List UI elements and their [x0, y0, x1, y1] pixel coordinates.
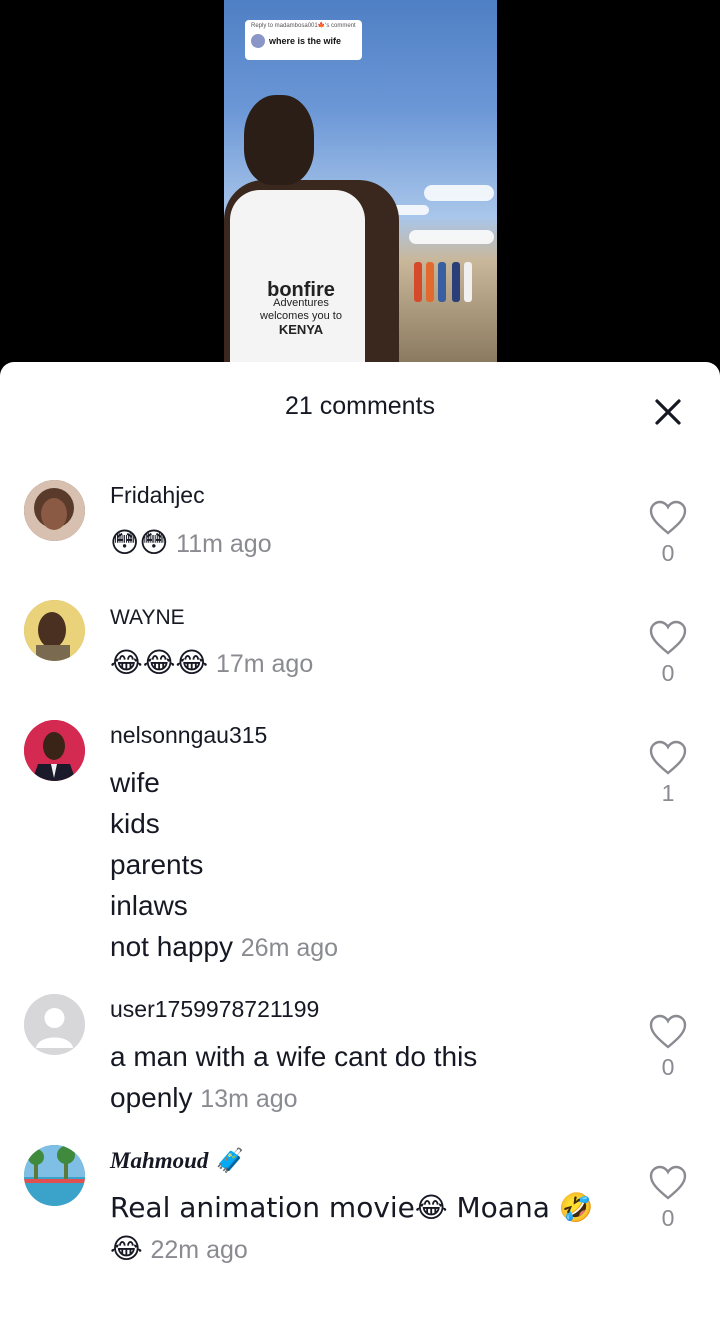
comment-line: parents — [110, 849, 204, 880]
comment-body: 😂😂😂 17m ago — [110, 642, 610, 685]
like-count: 1 — [661, 780, 675, 806]
video-player[interactable]: bonfire Adventures welcomes you to KENYA… — [0, 0, 720, 380]
comment-time: 22m ago — [150, 1236, 248, 1264]
comment-line: inlaws — [110, 890, 188, 921]
like-button[interactable]: 0 — [648, 500, 688, 567]
avatar[interactable] — [24, 1145, 85, 1206]
comment-line: a man with a wife cant do this — [110, 1041, 478, 1072]
comments-sheet: 21 comments Fridahjec 😳😳 11m ago 0 WAYNE — [0, 362, 720, 1341]
comment-text: 😳😳 — [110, 526, 169, 559]
avatar[interactable] — [24, 720, 85, 781]
shirt-brand: bonfire — [267, 279, 335, 301]
reply-to-label: Reply to madambosa001🍁's comment — [251, 23, 356, 29]
heart-icon — [649, 740, 687, 775]
avatar[interactable] — [24, 600, 85, 661]
heart-icon — [649, 1014, 687, 1049]
comment-username[interactable]: WAYNE — [110, 606, 185, 630]
comment-count: 21 comments — [284, 392, 436, 420]
comment-username[interactable]: nelsonngau315 — [110, 722, 267, 749]
comment-username[interactable]: Mahmoud 🧳 — [110, 1147, 243, 1174]
comment-username[interactable]: user1759978721199 — [110, 996, 319, 1023]
comment-body: Real animation movie😂 Moana 🤣 😂 22m ago — [110, 1187, 610, 1271]
comment-line: Real animation movie😂 Moana 🤣 — [110, 1191, 594, 1224]
comment-time: 26m ago — [240, 934, 339, 962]
comment-line: kids — [110, 808, 160, 839]
comment-line: 😂 — [110, 1232, 143, 1265]
like-count: 0 — [661, 540, 675, 566]
like-button[interactable]: 1 — [648, 740, 688, 807]
comment-username[interactable]: Fridahjec — [110, 482, 205, 509]
sheet-header: 21 comments — [0, 362, 720, 454]
reply-bubble[interactable]: Reply to madambosa001🍁's comment where i… — [245, 20, 362, 60]
comment-line: not happy — [110, 931, 233, 962]
heart-icon — [649, 500, 687, 535]
comment-body: 😳😳 11m ago — [110, 522, 610, 565]
comment-body: wife kids parents inlaws not happy 26m a… — [110, 762, 610, 969]
avatar[interactable] — [24, 994, 85, 1055]
heart-icon — [649, 1165, 687, 1200]
like-button[interactable]: 0 — [648, 1165, 688, 1232]
like-button[interactable]: 0 — [648, 1014, 688, 1081]
like-button[interactable]: 0 — [648, 620, 688, 687]
heart-icon — [649, 620, 687, 655]
like-count: 0 — [661, 660, 675, 686]
avatar[interactable] — [24, 480, 85, 541]
shirt-line: KENYA — [278, 322, 324, 337]
comment-line: wife — [110, 767, 160, 798]
close-icon — [655, 399, 681, 425]
comment-time: 11m ago — [176, 530, 272, 558]
default-avatar-icon — [24, 994, 85, 1055]
shirt-print: bonfire Adventures welcomes you to KENYA — [246, 279, 356, 337]
avatar — [251, 34, 265, 48]
comment-text: 😂😂😂 — [110, 646, 209, 679]
shirt-line: Adventures — [273, 297, 329, 309]
comment-time: 17m ago — [215, 650, 314, 678]
close-button[interactable] — [648, 392, 688, 432]
like-count: 0 — [661, 1205, 675, 1231]
comment-time: 13m ago — [200, 1085, 298, 1113]
comment-line: openly — [110, 1082, 193, 1113]
reply-text: where is the wife — [269, 36, 342, 46]
comment-body: a man with a wife cant do this openly 13… — [110, 1036, 610, 1120]
like-count: 0 — [661, 1054, 675, 1080]
person-head — [244, 95, 314, 185]
